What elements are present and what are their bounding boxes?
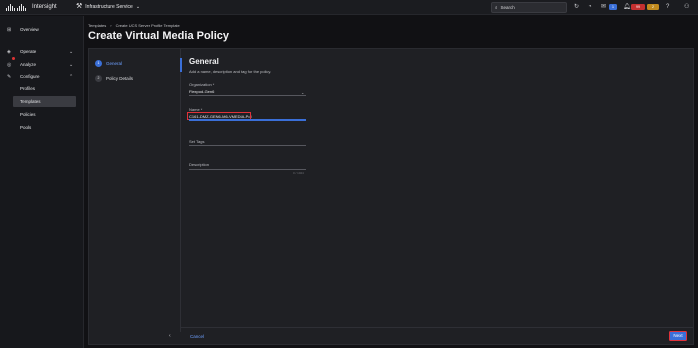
- description-label: Description: [189, 162, 210, 167]
- search-placeholder: Search: [500, 5, 515, 10]
- form-title: General: [189, 57, 219, 66]
- cancel-button[interactable]: Cancel: [190, 334, 204, 339]
- organization-label: Organization *: [189, 82, 215, 87]
- help-icon[interactable]: ?: [666, 3, 669, 11]
- analyze-icon: ◎: [7, 61, 12, 68]
- breadcrumb-separator: ›: [110, 23, 112, 28]
- sidebar-item-overview[interactable]: ⊞ Overview: [0, 24, 84, 35]
- brand-name: Intersight: [32, 4, 57, 10]
- sidebar: ⊞ Overview ◈ Operate ⌄ ◎ Analyze ⌄ ✎ Con…: [0, 16, 84, 348]
- search-icon: ⌕: [495, 5, 498, 10]
- operate-icon: ◈: [7, 48, 11, 55]
- tags-underline: [189, 145, 306, 146]
- page-title: Create Virtual Media Policy: [88, 30, 230, 42]
- wizard-panel: 1 General 2 Policy Details ‹ General Add…: [88, 48, 694, 345]
- sidebar-item-pools[interactable]: Pools: [13, 122, 76, 133]
- search-input[interactable]: ⌕ Search: [491, 2, 567, 13]
- tags-label[interactable]: Set Tags: [189, 139, 205, 144]
- sidebar-item-label: Analyze: [20, 62, 37, 67]
- grid-icon: ⊞: [7, 26, 12, 33]
- user-icon[interactable]: ⚇: [684, 3, 689, 11]
- description-textarea[interactable]: [189, 169, 306, 170]
- service-switcher[interactable]: ⚒ Infrastructure Service ⌄: [76, 3, 140, 11]
- chevron-down-icon: ⌄: [69, 61, 74, 68]
- chevron-down-icon: ⌄: [135, 4, 141, 10]
- status-icon[interactable]: ◔: [588, 3, 592, 11]
- chevron-down-icon: ⌄: [69, 48, 74, 55]
- organization-underline: [189, 95, 306, 96]
- critical-alarms-badge[interactable]: 99: [631, 4, 645, 10]
- organization-select[interactable]: Flexpod-Gen6: [189, 89, 214, 94]
- sidebar-item-configure[interactable]: ✎ Configure ⌃: [0, 71, 84, 82]
- step-label: Policy Details: [106, 75, 134, 81]
- warning-alarms-badge[interactable]: 2: [647, 4, 659, 10]
- wizard-steps: 1 General 2 Policy Details ‹: [89, 49, 182, 339]
- active-step-indicator: [180, 58, 182, 72]
- sidebar-item-analyze[interactable]: ◎ Analyze ⌄: [0, 59, 84, 70]
- chevron-up-icon: ⌃: [69, 73, 74, 80]
- brand[interactable]: Intersight: [6, 3, 57, 11]
- name-underline: [189, 119, 306, 121]
- breadcrumb-current[interactable]: Create UCS Server Profile Template: [116, 23, 180, 28]
- breadcrumb-link-templates[interactable]: Templates: [88, 23, 106, 28]
- next-button[interactable]: Next: [669, 331, 687, 341]
- chevron-left-icon[interactable]: ‹: [169, 333, 171, 339]
- sidebar-item-label: Overview: [20, 27, 39, 32]
- step-label: General: [106, 60, 123, 66]
- step-number: 1: [95, 59, 102, 67]
- service-name: Infrastructure Service: [85, 4, 133, 10]
- sidebar-item-profiles[interactable]: Profiles: [13, 83, 76, 94]
- bell-icon[interactable]: 🔔︎: [623, 3, 631, 11]
- megaphone-icon[interactable]: ✉: [601, 3, 606, 11]
- breadcrumb: Templates › Create UCS Server Profile Te…: [88, 23, 180, 28]
- step-policy-details[interactable]: 2 Policy Details: [95, 73, 179, 83]
- notifications-badge[interactable]: 1: [609, 4, 617, 10]
- cisco-logo: [6, 3, 28, 11]
- refresh-icon[interactable]: ↻: [574, 3, 579, 11]
- top-bar: Intersight ⚒ Infrastructure Service ⌄ ⌕ …: [0, 0, 698, 15]
- form-description: Add a name, description and tag for the …: [189, 69, 272, 74]
- sidebar-item-label: Configure: [20, 74, 40, 79]
- sidebar-item-label: Operate: [20, 49, 37, 54]
- description-char-count: 0 / 1024: [293, 171, 304, 175]
- sidebar-item-operate[interactable]: ◈ Operate ⌄: [0, 46, 84, 57]
- step-number: 2: [95, 74, 102, 82]
- service-icon: ⚒: [76, 3, 83, 10]
- wizard-footer: Cancel Next: [181, 327, 693, 345]
- sidebar-item-policies[interactable]: Policies: [13, 109, 76, 120]
- wrench-icon: ✎: [7, 73, 12, 80]
- sidebar-item-templates[interactable]: Templates: [13, 96, 76, 107]
- step-general[interactable]: 1 General: [95, 58, 179, 68]
